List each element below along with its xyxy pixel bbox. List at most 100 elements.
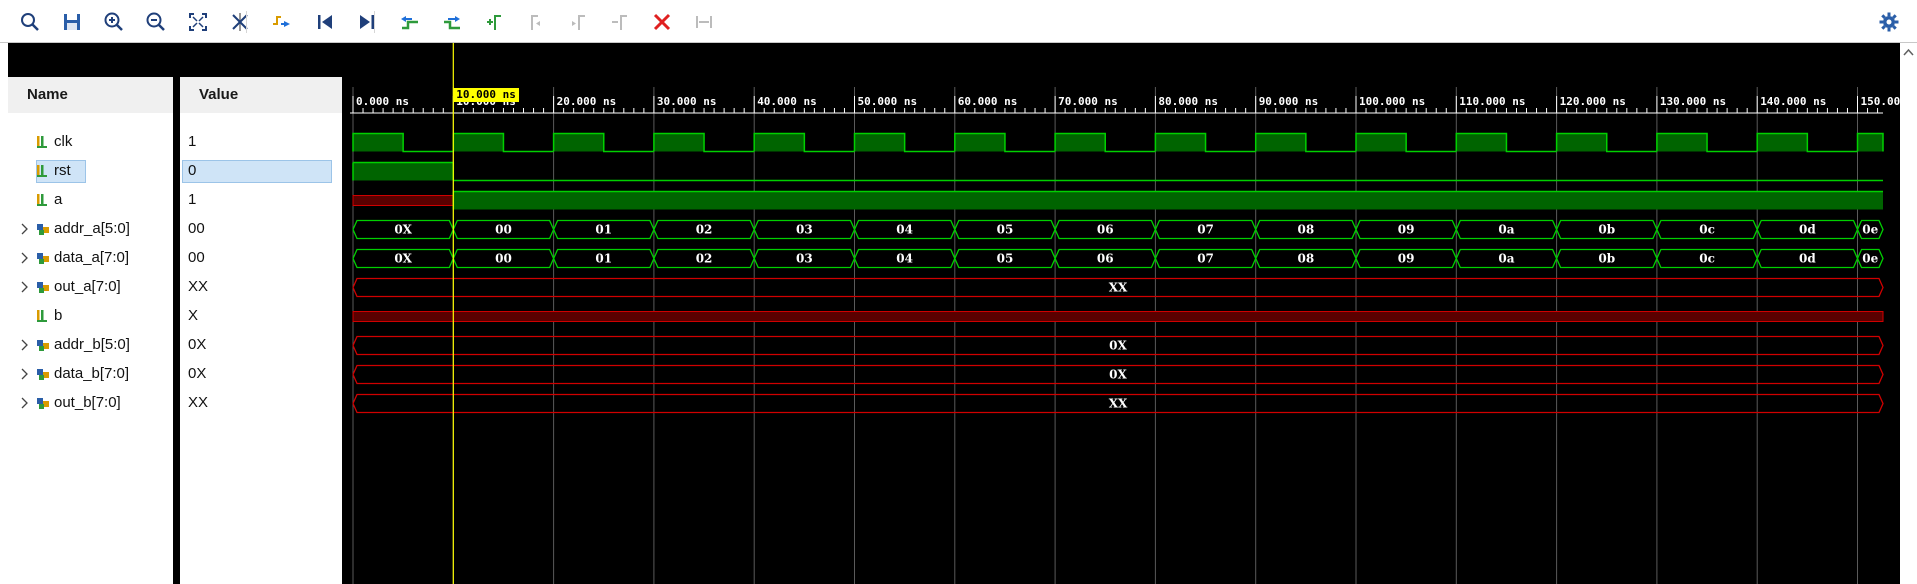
name-column-header[interactable]: Name — [8, 77, 173, 113]
chevron-right-icon[interactable] — [20, 397, 30, 409]
signal-name: out_b[7:0] — [54, 394, 121, 411]
bit-unknown-fill — [352, 311, 1884, 322]
tick-label: 100.000 ns — [1359, 95, 1425, 108]
previous-transition-button[interactable] — [268, 8, 296, 36]
clock-high-fill — [954, 133, 1005, 152]
waveform-out_a[interactable]: XX — [352, 277, 1884, 298]
tick-label: 70.000 ns — [1058, 95, 1118, 108]
waveform-addr_b[interactable]: 0X — [352, 335, 1884, 356]
signal-value-addr_a[interactable]: 00 — [180, 215, 342, 244]
bit-signal-icon — [37, 165, 47, 177]
go-to-start-icon — [318, 15, 332, 29]
signal-row-data_a[interactable]: data_a[7:0] — [8, 244, 173, 273]
bus-value-label: 0e — [1862, 223, 1878, 237]
signal-value-clk[interactable]: 1 — [180, 128, 342, 157]
zoom-out-button[interactable] — [142, 8, 170, 36]
delete-all-markers-button[interactable] — [648, 8, 676, 36]
signal-row-b[interactable]: b — [8, 302, 173, 331]
bus-value-label: 06 — [1097, 252, 1114, 266]
signal-row-out_a[interactable]: out_a[7:0] — [8, 273, 173, 302]
zoom-out-icon — [146, 12, 165, 31]
value-column: 1 0 1 00 00 XX X 0X 0X XX — [180, 113, 342, 584]
signal-name: b — [54, 307, 63, 324]
signal-row-out_b[interactable]: out_b[7:0] — [8, 389, 173, 418]
save-button[interactable] — [58, 8, 86, 36]
waveform-clk[interactable] — [352, 132, 1884, 153]
clock-high-fill — [1857, 133, 1883, 152]
signal-row-addr_b[interactable]: addr_b[5:0] — [8, 331, 173, 360]
previous-marker-icon — [531, 15, 540, 30]
previous-marker-button — [522, 8, 550, 36]
cursor-time-label[interactable]: 10.000 ns — [453, 88, 519, 102]
bus-value-label: 0X — [394, 252, 412, 266]
signal-value-out_b[interactable]: XX — [180, 389, 342, 418]
gear-icon — [1879, 12, 1899, 32]
bus-value-label: 01 — [595, 223, 612, 237]
waveform-canvas[interactable]: 0.000 ns 10.000 ns 20.000 ns 30.000 ns 40.00… — [350, 43, 1900, 584]
settings-button[interactable] — [1875, 8, 1903, 36]
signal-row-clk[interactable]: clk — [8, 128, 173, 157]
bus-value-label: 0b — [1598, 252, 1615, 266]
bus-value-label: 06 — [1097, 223, 1114, 237]
waveform-rst[interactable] — [352, 161, 1883, 182]
go-to-cursor-button[interactable] — [226, 8, 254, 36]
bus-value-label: 0b — [1598, 223, 1615, 237]
value-column-header[interactable]: Value — [180, 77, 342, 113]
bus-value-label: 09 — [1398, 223, 1415, 237]
signal-value-rst[interactable]: 0 — [180, 157, 342, 186]
waveform-a[interactable] — [352, 190, 1883, 210]
toolbar-separator — [246, 11, 247, 33]
chevron-right-icon[interactable] — [20, 281, 30, 293]
search-button[interactable] — [16, 8, 44, 36]
scroll-up-icon[interactable] — [1900, 43, 1917, 63]
go-to-end-button[interactable] — [353, 8, 381, 36]
go-to-cursor-icon — [232, 13, 248, 31]
zoom-in-button[interactable] — [100, 8, 128, 36]
tick-label: 0.000 ns — [356, 95, 409, 108]
save-icon — [64, 14, 80, 30]
signal-row-a[interactable]: a — [8, 186, 173, 215]
signal-row-data_b[interactable]: data_b[7:0] — [8, 360, 173, 389]
vertical-scrollbar[interactable] — [1900, 43, 1917, 584]
tick-label: 80.000 ns — [1158, 95, 1218, 108]
go-to-start-button[interactable] — [311, 8, 339, 36]
bus-value-label: 04 — [896, 252, 913, 266]
snap-to-transition-icon — [696, 16, 712, 28]
signal-value-data_b[interactable]: 0X — [180, 360, 342, 389]
signal-value-addr_b[interactable]: 0X — [180, 331, 342, 360]
signal-name: out_a[7:0] — [54, 278, 121, 295]
chevron-right-icon[interactable] — [20, 252, 30, 264]
waveform-data_b[interactable]: 0X — [352, 364, 1884, 385]
signal-value-data_a[interactable]: 00 — [180, 244, 342, 273]
name-column: clk rst a addr_a[5:0] data_a[7:0] out_a[7:0]b… — [8, 113, 173, 584]
swap-cursor-left-icon — [401, 16, 418, 30]
bus-value-label: 0X — [1109, 339, 1127, 353]
bit-signal-icon — [37, 136, 47, 148]
signal-value-b[interactable]: X — [180, 302, 342, 331]
zoom-fit-button[interactable] — [184, 8, 212, 36]
tick-label: 30.000 ns — [657, 95, 717, 108]
clock-high-fill — [653, 133, 705, 152]
waveform-b[interactable] — [352, 311, 1884, 322]
bus-value-label: 00 — [495, 223, 512, 237]
signal-value-out_a[interactable]: XX — [180, 273, 342, 302]
chevron-right-icon[interactable] — [20, 368, 30, 380]
signal-value-a[interactable]: 1 — [180, 186, 342, 215]
signal-row-rst[interactable]: rst — [8, 157, 173, 186]
waveform-addr_a[interactable]: 0X 00 01 02 03 04 05 06 07 08 09 0a 0b 0c 0d 0e — [352, 219, 1884, 240]
signal-value: 0X — [188, 336, 207, 353]
add-marker-button[interactable] — [480, 8, 508, 36]
delete-all-markers-icon — [653, 13, 671, 31]
chevron-right-icon[interactable] — [20, 223, 30, 235]
tick-label: 40.000 ns — [757, 95, 817, 108]
bus-value-label: 0c — [1699, 223, 1715, 237]
chevron-right-icon[interactable] — [20, 339, 30, 351]
waveform-out_b[interactable]: XX — [352, 393, 1884, 414]
bus-value-label: XX — [1109, 397, 1128, 411]
bit-unknown-fill — [352, 195, 454, 206]
waveform-data_a[interactable]: 0X 00 01 02 03 04 05 06 07 08 09 0a 0b 0c 0d 0e — [352, 248, 1884, 269]
bus-value-label: 08 — [1297, 223, 1314, 237]
swap-cursor-right-button[interactable] — [438, 8, 466, 36]
swap-cursor-left-button[interactable] — [396, 8, 424, 36]
signal-row-addr_a[interactable]: addr_a[5:0] — [8, 215, 173, 244]
